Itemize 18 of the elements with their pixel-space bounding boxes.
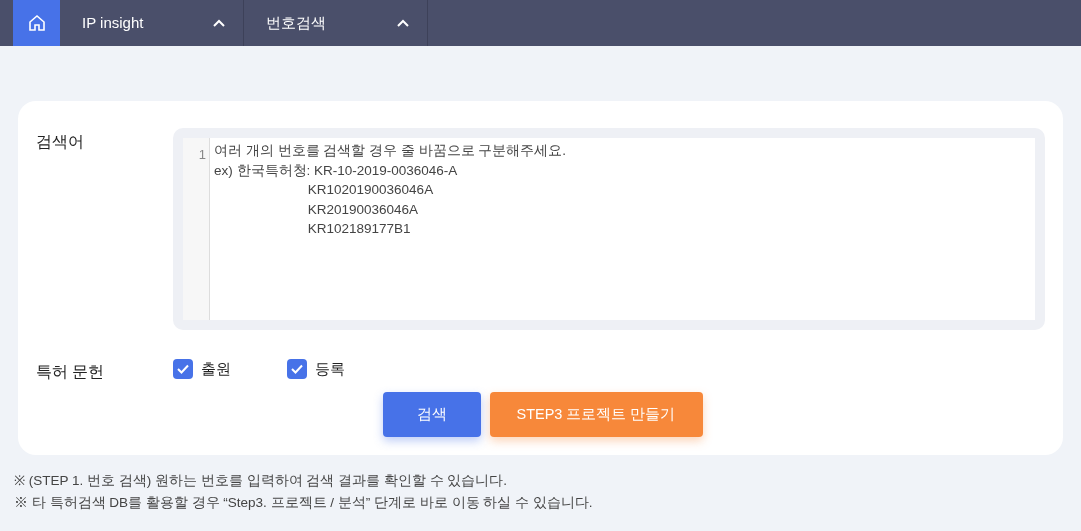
help-note: ※ 타 특허검색 DB를 활용할 경우 “Step3. 프로젝트 / 분석” 단계로 바로 이동 하실 수 있습니다. [14, 494, 594, 513]
search-button[interactable]: 검색 [382, 392, 481, 437]
line-number: 1 [198, 147, 206, 162]
checkbox-label: 출원 [201, 358, 231, 379]
search-input-field[interactable]: 1 여러 개의 번호를 검색할 경우 줄 바꿈으로 구분해주세요. ex) 한국특허청: KR-10-2019-0036046-A KR1020190036046A KR20190036046A KR102189177B1 [183, 138, 1035, 320]
checkbox[interactable] [173, 359, 193, 379]
check-icon [291, 364, 303, 374]
help-note: ※ (STEP 1. 번호 검색) 원하는 번호를 입력하여 검색 결과를 확인할 수 있습니다. [14, 472, 509, 490]
query-label: 검색어 [36, 132, 85, 152]
home-button[interactable] [13, 0, 60, 46]
checkbox[interactable] [287, 359, 307, 379]
nav-menu[interactable]: IP insight [60, 0, 244, 46]
document-type-label: 특허 문헌 [36, 362, 106, 382]
nav-menu[interactable]: 번호검색 [244, 0, 428, 46]
check-icon [177, 364, 189, 374]
placeholder-text: 여러 개의 번호를 검색할 경우 줄 바꿈으로 구분해주세요. ex) 한국특허청: KR-10-2019-0036046-A KR1020190036046A KR20190036046A KR102189177B1 [214, 142, 566, 238]
checkbox-label: 등록 [315, 358, 345, 379]
home-icon [27, 14, 46, 32]
